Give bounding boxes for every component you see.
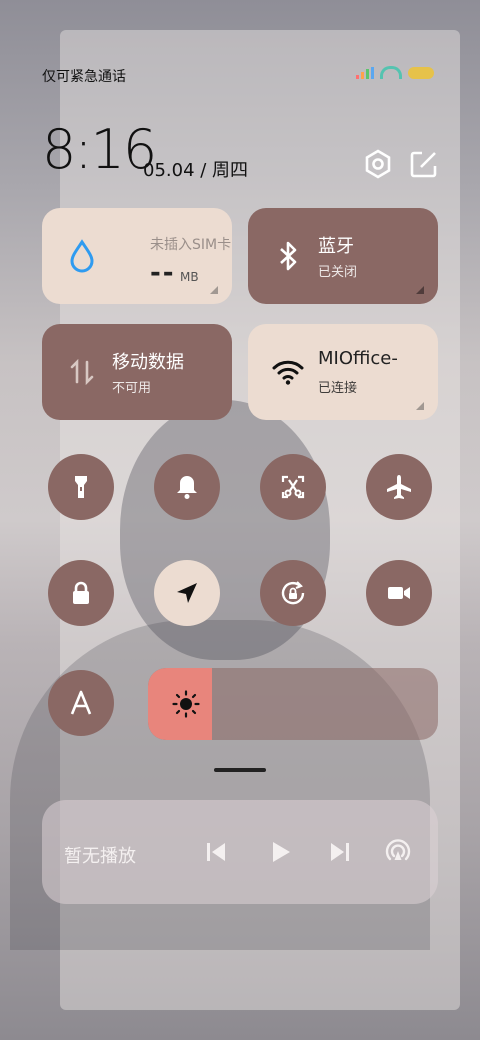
- wifi-icon: [380, 66, 402, 79]
- bluetooth-icon: [280, 241, 297, 271]
- wifi-status: 已连接: [318, 381, 358, 396]
- wifi-tile[interactable]: MIOffice- 已连接: [248, 324, 438, 420]
- wifi-icon: [272, 360, 304, 385]
- expand-corner-icon: [210, 286, 218, 294]
- scissors-icon: [281, 475, 305, 499]
- mobile-data-label: 移动数据: [112, 352, 184, 373]
- wifi-network-label: MIOffice-: [318, 348, 398, 369]
- font-a-icon: [70, 690, 92, 715]
- data-usage-value: --: [150, 258, 176, 288]
- lock-screen-toggle[interactable]: [48, 560, 114, 626]
- flashlight-icon: [75, 476, 87, 498]
- airplane-icon: [387, 475, 411, 499]
- location-toggle[interactable]: [154, 560, 220, 626]
- brightness-slider[interactable]: [148, 668, 438, 740]
- location-arrow-icon: [177, 583, 197, 603]
- mobile-data-status: 不可用: [112, 381, 152, 396]
- mobile-data-icon: [70, 358, 94, 386]
- bluetooth-status: 已关闭: [318, 265, 358, 280]
- screen-record-toggle[interactable]: [366, 560, 432, 626]
- battery-icon: [408, 66, 434, 79]
- previous-track-icon[interactable]: [202, 838, 230, 866]
- mobile-data-tile[interactable]: 移动数据 不可用: [42, 324, 232, 420]
- airplane-toggle[interactable]: [366, 454, 432, 520]
- media-control-card: 暂无播放: [42, 800, 438, 904]
- status-icons: [356, 66, 434, 79]
- status-text: 仅可紧急通话: [42, 69, 126, 85]
- play-icon[interactable]: [266, 838, 294, 866]
- panel-drag-handle[interactable]: [214, 768, 266, 772]
- expand-corner-icon: [416, 286, 424, 294]
- data-usage-unit: MB: [180, 270, 199, 284]
- flashlight-toggle[interactable]: [48, 454, 114, 520]
- bell-icon: [177, 476, 197, 499]
- audio-output-icon[interactable]: [384, 838, 412, 866]
- sun-icon: [172, 690, 200, 718]
- expand-corner-icon: [416, 402, 424, 410]
- media-status-label: 暂无播放: [64, 846, 136, 867]
- sim-status-label: 未插入SIM卡: [150, 237, 232, 253]
- bluetooth-label: 蓝牙: [318, 236, 354, 257]
- silent-toggle[interactable]: [154, 454, 220, 520]
- next-track-icon[interactable]: [326, 838, 354, 866]
- rotate-lock-icon: [281, 581, 305, 605]
- edit-icon[interactable]: [408, 148, 440, 180]
- settings-icon[interactable]: [362, 148, 394, 180]
- auto-rotate-toggle[interactable]: [260, 560, 326, 626]
- video-camera-icon: [388, 587, 410, 599]
- clock-date: 05.04 / 周四: [143, 160, 249, 181]
- data-usage-tile[interactable]: 未插入SIM卡 -- MB: [42, 208, 232, 304]
- water-drop-icon: [70, 239, 94, 273]
- font-size-toggle[interactable]: [48, 670, 114, 736]
- clock-time: 8:16: [42, 118, 157, 181]
- screenshot-toggle[interactable]: [260, 454, 326, 520]
- signal-icon: [356, 66, 374, 79]
- bluetooth-tile[interactable]: 蓝牙 已关闭: [248, 208, 438, 304]
- lock-icon: [73, 581, 89, 604]
